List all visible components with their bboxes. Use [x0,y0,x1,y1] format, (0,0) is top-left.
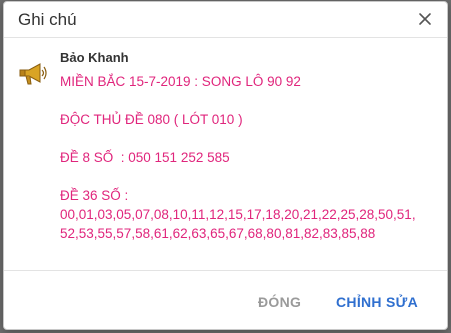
note-line: ĐỘC THỦ ĐỀ 080 ( LÓT 010 ) [60,112,243,127]
dialog-title: Ghi chú [18,10,77,29]
note-line: 00,01,03,05,07,08,10,11,12,15,17,18,20,2… [60,207,416,222]
note-line: MIỀN BẮC 15-7-2019 : SONG LÔ 90 92 [60,74,301,89]
close-dialog-button[interactable]: ĐÓNG [258,294,301,310]
note-line: ĐỀ 36 SỐ : [60,188,129,203]
note-author: Bảo Khanh [60,50,129,65]
edit-button[interactable]: CHỈNH SỬA [336,294,418,310]
note-spacer [60,129,438,148]
dialog-body: Bảo Khanh MIỀN BẮC 15-7-2019 : SONG LÔ 9… [4,39,447,271]
note-spacer [60,167,438,186]
dialog-header: Ghi chú [4,2,447,38]
note-line: ĐỀ 8 SỐ : 050 151 252 585 [60,150,230,165]
megaphone-icon [19,63,47,85]
note-content: MIỀN BẮC 15-7-2019 : SONG LÔ 90 92 ĐỘC T… [60,72,438,243]
note-spacer [60,91,438,110]
note-dialog: Ghi chú Bảo Khanh MIỀN BẮC 15-7-2019 : S… [3,1,448,330]
note-line: 52,53,55,57,58,61,62,63,65,67,68,80,81,8… [60,226,376,241]
dialog-footer: ĐÓNG CHỈNH SỬA [4,270,447,331]
close-button[interactable] [413,7,437,31]
close-icon [419,13,431,25]
